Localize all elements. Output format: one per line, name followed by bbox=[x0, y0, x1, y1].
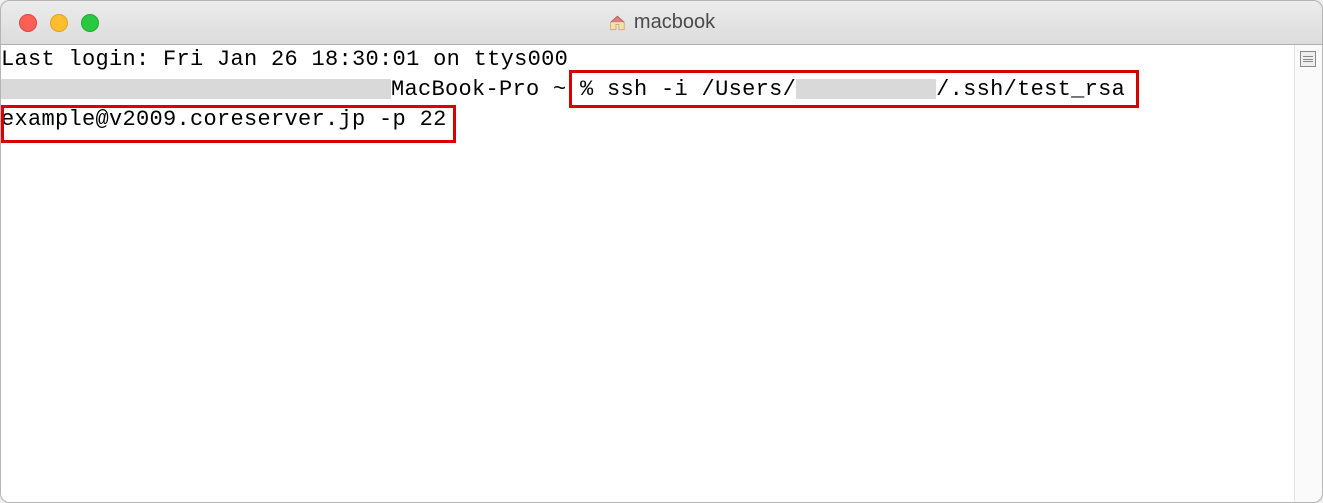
titlebar: macbook bbox=[1, 1, 1322, 45]
maximize-button[interactable] bbox=[81, 14, 99, 32]
terminal-window: macbook Last login: Fri Jan 26 18:30:01 … bbox=[0, 0, 1323, 503]
window-title: macbook bbox=[634, 11, 715, 34]
ssh-command-part2: /.ssh/test_rsa bbox=[936, 77, 1125, 102]
home-icon bbox=[608, 14, 626, 32]
ssh-command-part1: ssh -i /Users/ bbox=[607, 77, 796, 102]
traffic-lights bbox=[1, 14, 99, 32]
redacted-username bbox=[796, 79, 936, 99]
redacted-hostname bbox=[1, 79, 391, 99]
prompt-text: MacBook-Pro ~ % bbox=[391, 77, 607, 102]
ssh-target-text: example@v2009.coreserver.jp -p 22 bbox=[1, 107, 447, 132]
prompt-line: MacBook-Pro ~ % ssh -i /Users/ /.ssh/test… bbox=[1, 75, 1125, 105]
terminal-content[interactable]: Last login: Fri Jan 26 18:30:01 on ttys0… bbox=[1, 45, 1294, 502]
ssh-command-line2: example@v2009.coreserver.jp -p 22 bbox=[1, 105, 447, 135]
scroll-indicator-icon bbox=[1300, 51, 1316, 67]
minimize-button[interactable] bbox=[50, 14, 68, 32]
window-title-group: macbook bbox=[608, 11, 715, 34]
last-login-text: Last login: Fri Jan 26 18:30:01 on ttys0… bbox=[1, 47, 568, 72]
window-body: Last login: Fri Jan 26 18:30:01 on ttys0… bbox=[1, 45, 1322, 502]
last-login-line: Last login: Fri Jan 26 18:30:01 on ttys0… bbox=[1, 45, 568, 75]
scrollbar-gutter[interactable] bbox=[1294, 45, 1322, 502]
close-button[interactable] bbox=[19, 14, 37, 32]
